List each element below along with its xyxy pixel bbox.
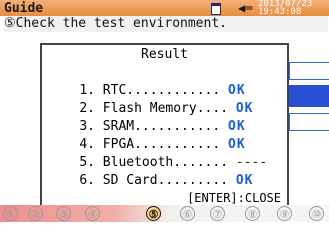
dialog-title: Result: [141, 47, 188, 62]
window-icon: [211, 3, 221, 15]
background-field-1: [289, 62, 329, 80]
step-instruction: ⑤Check the test environment.: [4, 16, 328, 32]
window-title: Guide: [4, 1, 44, 16]
row-status: OK: [235, 173, 254, 188]
step-progress-bar: ① ② ③ ④ ⑤ ⑥ ⑦ ⑧ ⑨ ⑩: [0, 205, 329, 222]
result-row-bluetooth: 5. Bluetooth....... ----: [48, 137, 267, 170]
step-indicator-6: ⑥: [180, 206, 195, 221]
step-indicator-3: ③: [56, 206, 71, 221]
background-field-2: [289, 85, 329, 107]
datetime: 2013/07/23 19:43:08: [258, 0, 313, 17]
result-row-flash-memory: 2. Flash Memory.... OK: [48, 83, 254, 116]
step-indicator-4: ④: [85, 206, 100, 221]
step-indicator-2: ②: [28, 206, 43, 221]
close-button[interactable]: [ENTER]:CLOSE: [187, 191, 281, 206]
row-label: 6. SD Card.........: [79, 173, 236, 188]
step-indicator-5: ⑤: [146, 206, 161, 221]
step-indicator-7: ⑦: [210, 206, 225, 221]
result-row-rtc: 1. RTC............ OK: [48, 65, 246, 98]
step-indicator-1: ①: [3, 206, 18, 221]
step-indicator-10: ⑩: [309, 206, 324, 221]
title-bar: Guide ◀═ 2013/07/23 19:43:08: [0, 0, 329, 17]
background-field-3: [289, 113, 329, 131]
result-row-sd-card: 6. SD Card......... OK: [48, 155, 254, 188]
result-row-sram: 3. SRAM........... OK: [48, 101, 246, 134]
step-indicator-8: ⑧: [245, 206, 260, 221]
result-dialog: Result 1. RTC............ OK 2. Flash Me…: [40, 43, 289, 209]
power-plug-icon: ◀═: [238, 1, 253, 15]
step-indicator-9: ⑨: [277, 206, 292, 221]
result-row-fpga: 4. FPGA........... OK: [48, 119, 246, 152]
